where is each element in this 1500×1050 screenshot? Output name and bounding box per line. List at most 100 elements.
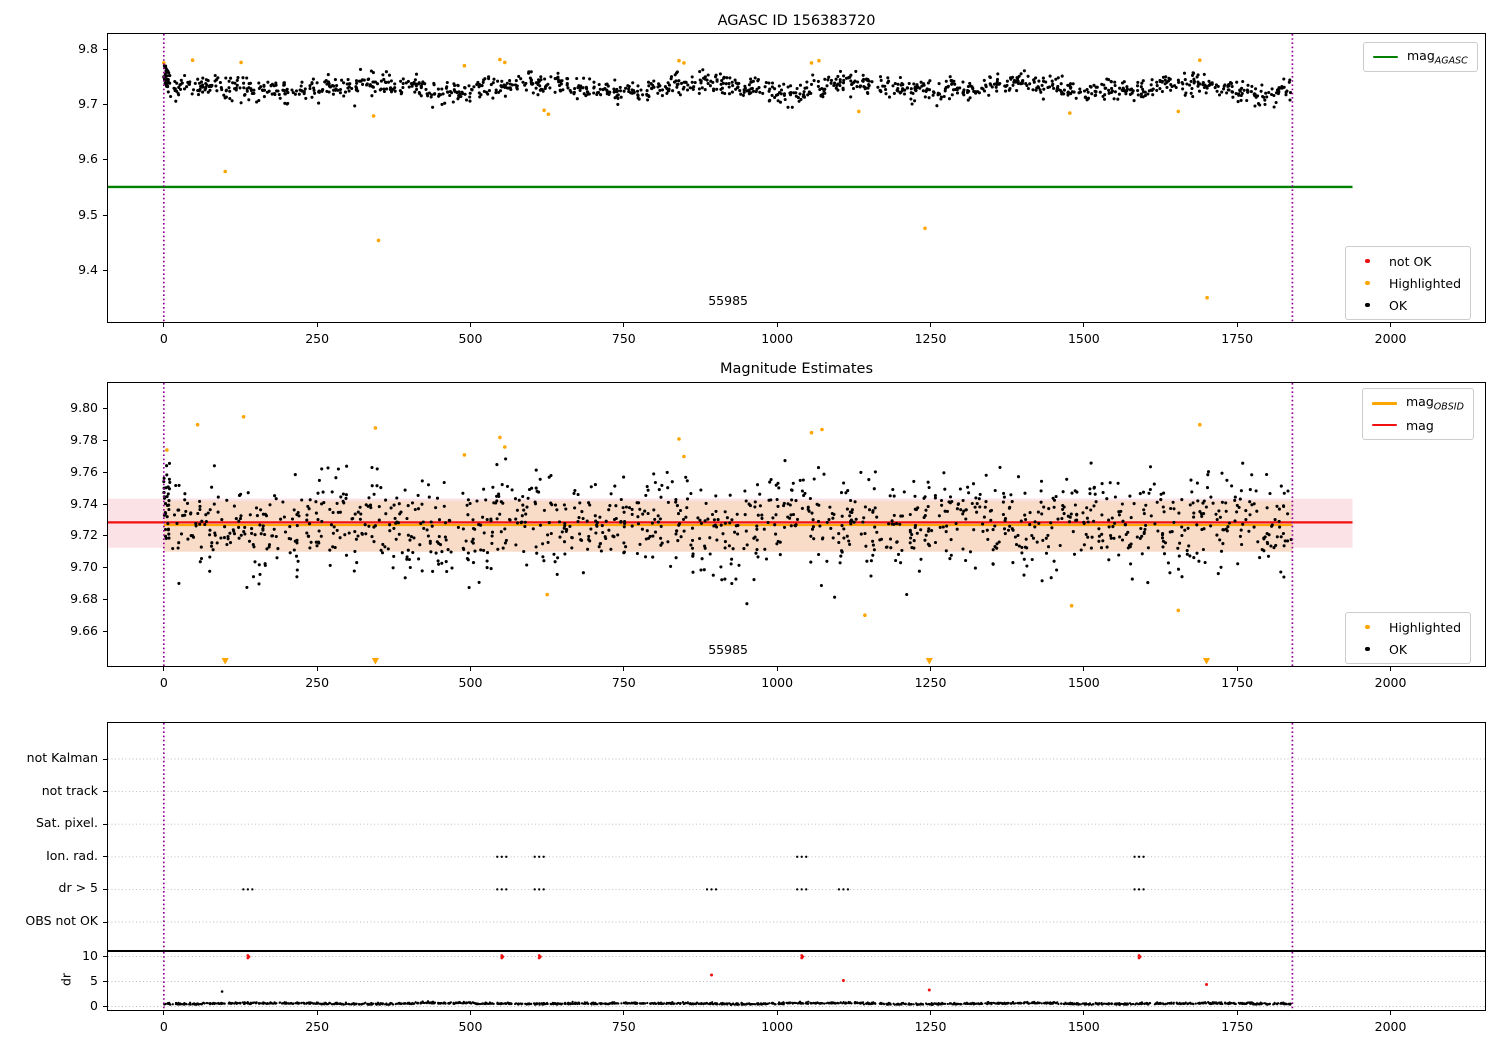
x-tick-label: 1750 xyxy=(1221,331,1254,346)
quality-flags-canvas xyxy=(108,723,1485,950)
x-tick-label: 2000 xyxy=(1374,675,1407,690)
legend-label: magAGASC xyxy=(1407,47,1468,67)
x-tick-mark xyxy=(469,323,471,327)
legend-dot-swatch xyxy=(1365,624,1370,630)
x-tick-label: 750 xyxy=(611,331,636,346)
legend-line-swatch xyxy=(1372,423,1397,427)
flag-category-label: not track xyxy=(41,782,98,798)
legend-line-swatch xyxy=(1373,55,1398,59)
x-tick-label: 0 xyxy=(159,331,168,346)
x-tick-label: 750 xyxy=(611,675,636,690)
x-tick-mark xyxy=(1390,667,1392,671)
flag-category-label: Sat. pixel. xyxy=(36,815,98,831)
x-tick-mark xyxy=(1390,323,1392,327)
y-tick-mark xyxy=(103,856,107,858)
mag-estimates-axes xyxy=(107,382,1486,667)
y-tick-mark xyxy=(103,214,107,216)
x-tick-label: 500 xyxy=(458,675,483,690)
y-tick-label: 9.68 xyxy=(70,590,98,606)
dr-track-axes xyxy=(107,951,1486,1011)
plot-background xyxy=(108,952,1485,1010)
legend-entry-not-ok: not OK xyxy=(1355,251,1461,271)
x-tick-mark xyxy=(776,323,778,327)
y-tick-mark xyxy=(103,1006,107,1007)
y-tick-mark xyxy=(103,471,107,473)
legend-dot-swatch xyxy=(1365,646,1370,652)
y-tick-label: 10 xyxy=(82,948,98,963)
x-tick-mark xyxy=(1083,667,1085,671)
y-tick-label: 9.70 xyxy=(70,559,98,575)
flag-category-label: OBS not OK xyxy=(25,913,98,928)
y-tick-mark xyxy=(103,758,107,760)
x-tick-mark xyxy=(623,667,625,671)
flag-category-label: dr > 5 xyxy=(58,880,98,896)
legend-entry-ok: OK xyxy=(1355,639,1461,659)
y-tick-label: 9.8 xyxy=(78,41,98,57)
x-tick-mark xyxy=(930,667,932,671)
legend-label: mag xyxy=(1406,417,1434,433)
y-tick-mark xyxy=(103,981,107,982)
x-tick-mark xyxy=(930,1011,932,1015)
x-tick-label: 500 xyxy=(458,331,483,346)
y-tick-label: 0 xyxy=(90,998,98,1013)
y-tick-label: 9.78 xyxy=(70,432,98,448)
x-tick-label: 1750 xyxy=(1221,1019,1254,1034)
x-tick-mark xyxy=(1236,323,1238,327)
x-tick-mark xyxy=(1236,1011,1238,1015)
dr-track-canvas xyxy=(108,952,1485,1010)
legend-label: OK xyxy=(1389,297,1408,313)
x-tick-mark xyxy=(163,667,165,671)
y-tick-mark xyxy=(103,921,107,923)
x-tick-mark xyxy=(1390,1011,1392,1015)
y-tick-label: 9.66 xyxy=(70,622,98,638)
x-tick-mark xyxy=(469,667,471,671)
agasc-mag-canvas xyxy=(108,34,1485,322)
x-tick-label: 1500 xyxy=(1067,1019,1100,1034)
mag-agasc-legend: magAGASC xyxy=(1363,42,1478,72)
legend-label: not OK xyxy=(1389,253,1432,269)
legend-dot-swatch xyxy=(1365,280,1370,286)
y-tick-mark xyxy=(103,535,107,537)
x-tick-mark xyxy=(623,1011,625,1015)
y-tick-label: 9.5 xyxy=(78,206,98,222)
legend-dot-swatch xyxy=(1365,258,1370,264)
x-tick-mark xyxy=(776,1011,778,1015)
y-tick-mark xyxy=(103,269,107,271)
x-tick-label: 250 xyxy=(305,675,330,690)
x-tick-label: 1500 xyxy=(1067,675,1100,690)
top-plot-title: AGASC ID 156383720 xyxy=(717,13,876,29)
y-tick-label: 9.4 xyxy=(78,261,98,277)
legend-label: OK xyxy=(1389,641,1408,657)
x-tick-label: 1750 xyxy=(1221,675,1254,690)
y-tick-mark xyxy=(103,630,107,632)
x-tick-mark xyxy=(1083,1011,1085,1015)
y-tick-mark xyxy=(103,440,107,442)
legend-line-swatch xyxy=(1372,401,1397,405)
x-tick-mark xyxy=(316,323,318,327)
quality-flags-axes xyxy=(107,722,1486,951)
quality-legend: not OK Highlighted OK xyxy=(1345,246,1472,320)
x-tick-label: 1250 xyxy=(914,331,947,346)
y-tick-label: 5 xyxy=(90,973,98,988)
x-tick-mark xyxy=(776,667,778,671)
x-tick-label: 750 xyxy=(611,1019,636,1034)
legend-entry-ok: OK xyxy=(1355,295,1461,315)
x-tick-mark xyxy=(623,323,625,327)
y-tick-mark xyxy=(103,823,107,825)
flag-category-label: not Kalman xyxy=(26,750,98,765)
legend-label-subscript: OBSID xyxy=(1433,401,1464,413)
y-tick-mark xyxy=(103,888,107,890)
y-tick-mark xyxy=(103,159,107,161)
x-tick-label: 1000 xyxy=(761,1019,794,1034)
x-tick-label: 2000 xyxy=(1374,1019,1407,1034)
y-tick-mark xyxy=(103,956,107,957)
y-tick-label: 9.6 xyxy=(78,151,98,167)
x-tick-mark xyxy=(163,1011,165,1015)
x-tick-label: 1250 xyxy=(914,1019,947,1034)
legend-label: magOBSID xyxy=(1406,393,1464,413)
x-tick-label: 1500 xyxy=(1067,331,1100,346)
agasc-mag-axes xyxy=(107,33,1486,323)
legend-label: Highlighted xyxy=(1389,619,1462,635)
legend-label: Highlighted xyxy=(1389,275,1462,291)
x-tick-label: 250 xyxy=(305,331,330,346)
